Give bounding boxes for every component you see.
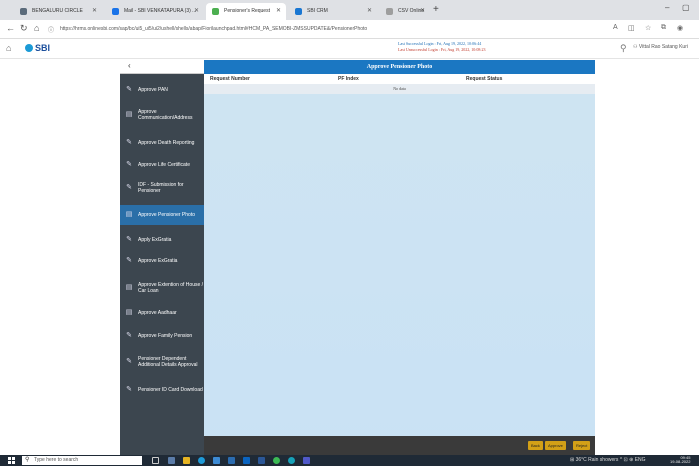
clock[interactable]: 09:45 19-08-2022	[670, 456, 690, 464]
task-view-icon[interactable]	[152, 457, 159, 464]
word-icon[interactable]	[258, 457, 265, 464]
file-explorer-icon[interactable]	[183, 457, 190, 464]
extensions-icon[interactable]: ◫	[628, 24, 635, 32]
taskbar-search-input[interactable]: ⚲ Type here to search	[22, 456, 142, 465]
edge-browser-icon[interactable]	[198, 457, 205, 464]
browser-tab-active[interactable]: Pensioner's Request ✕	[206, 3, 286, 20]
collapse-sidebar-button[interactable]: ‹	[120, 60, 204, 74]
sidebar-item-approve-pensioner-photo[interactable]: ▤ Approve Pensioner Photo	[120, 205, 204, 225]
close-tab-icon[interactable]: ✕	[194, 3, 199, 20]
table-header: Request Number PF Index Request Status	[204, 74, 595, 84]
login-info: Last Successful Login : Fri, Aug 19, 202…	[398, 41, 485, 53]
sidebar-item-approve-pan[interactable]: ✎ Approve PAN	[120, 83, 204, 97]
tab-favicon-icon	[112, 8, 119, 15]
column-header[interactable]: PF Index	[338, 76, 359, 82]
outlook-icon[interactable]	[243, 457, 250, 464]
sidebar-item-idf-submission[interactable]: ✎ IDF - Submission for Pensioner	[120, 178, 204, 198]
sidebar-item-approve-aadhaar[interactable]: ▤ Approve Aadhaar	[120, 306, 204, 320]
minimize-icon[interactable]: –	[665, 3, 669, 12]
back-arrow-icon[interactable]: ←	[6, 23, 15, 33]
close-tab-icon[interactable]: ✕	[367, 3, 372, 20]
home-icon[interactable]: ⌂	[34, 23, 39, 33]
read-aloud-icon[interactable]: A	[613, 24, 618, 31]
site-info-icon[interactable]: ⓘ	[48, 25, 54, 34]
chevron-left-icon: ‹	[128, 61, 131, 70]
reject-button[interactable]: Reject	[573, 441, 591, 450]
edit-icon: ✎	[126, 386, 132, 393]
edit-icon: ✎	[126, 236, 132, 243]
sidebar-item-approve-life-certificate[interactable]: ✎ Approve Life Certificate	[120, 158, 204, 172]
approve-button[interactable]: Approve	[545, 441, 566, 450]
browser-tab[interactable]: SBI CRM ✕	[289, 3, 377, 20]
browser-tab[interactable]: CSV Online ✕	[380, 3, 430, 20]
main-area: ‹ ✎ Approve PAN ▤ Approve Communication/Ad…	[0, 60, 699, 455]
windows-taskbar: ⚲ Type here to search ⊞ 36°C Rain shower…	[0, 455, 699, 466]
footer-toolbar: Back Approve Reject	[204, 436, 595, 455]
teams-icon[interactable]	[303, 457, 310, 464]
close-tab-icon[interactable]: ✕	[420, 3, 425, 20]
sidebar-item-approve-exgratia[interactable]: ✎ Approve ExGratia	[120, 254, 204, 268]
edit-icon: ✎	[126, 332, 132, 339]
sbi-logo: SBI	[25, 43, 50, 53]
edge-dev-icon[interactable]	[288, 457, 295, 464]
sidebar-item-approve-family-pension[interactable]: ✎ Approve Family Pension	[120, 329, 204, 343]
edit-icon: ✎	[126, 184, 132, 191]
last-unsuccessful-login: Last Unsuccessful Login : Fri, Aug 19, 2…	[398, 47, 486, 52]
tab-favicon-icon	[212, 8, 219, 15]
browser-tab[interactable]: Mail - SBI VENKATAPURA (3) ... ✕	[106, 3, 204, 20]
empty-table-message: No data	[204, 84, 595, 94]
content-panel: Approve Pensioner Photo Request Number P…	[204, 60, 595, 455]
edit-icon: ✎	[126, 358, 132, 365]
sidebar: ‹ ✎ Approve PAN ▤ Approve Communication/Ad…	[120, 60, 204, 455]
edit-icon: ✎	[126, 161, 132, 168]
column-header[interactable]: Request Status	[466, 76, 502, 82]
close-tab-icon[interactable]: ✕	[276, 3, 281, 20]
windows-start-icon[interactable]	[8, 457, 15, 464]
tab-favicon-icon	[386, 8, 393, 15]
favorites-icon[interactable]: ☆	[645, 24, 651, 32]
document-icon: ▤	[125, 211, 133, 218]
tab-favicon-icon	[295, 8, 302, 15]
sidebar-item-approve-communication[interactable]: ▤ Approve Communication/Address	[120, 105, 204, 125]
app-header: ⌂ SBI Last Successful Login : Fri, Aug 1…	[0, 39, 699, 59]
document-icon: ▤	[125, 284, 133, 291]
document-icon: ▤	[125, 111, 133, 118]
browser-tab-strip: BENGALURU CIRCLE ✕ Mail - SBI VENKATAPUR…	[0, 0, 699, 20]
widgets-icon[interactable]	[168, 457, 175, 464]
store-icon[interactable]	[213, 457, 220, 464]
right-margin	[595, 60, 699, 455]
edit-icon: ✎	[126, 86, 132, 93]
sidebar-item-approve-death-reporting[interactable]: ✎ Approve Death Reporting	[120, 136, 204, 150]
url-input[interactable]: https://hrms.onlinesbi.com/sap/bc/ui5_ui…	[60, 23, 580, 36]
column-header[interactable]: Request Number	[210, 76, 250, 82]
close-tab-icon[interactable]: ✕	[92, 3, 97, 20]
search-icon: ⚲	[25, 457, 30, 463]
chrome-icon[interactable]	[273, 457, 280, 464]
system-tray[interactable]: ⊞ 36°C Rain showers ^ ⊡ ⊕ ENG	[570, 457, 646, 463]
sidebar-item-id-card-download[interactable]: ✎ Pensioner ID Card Download	[120, 380, 204, 400]
back-button[interactable]: Back	[528, 441, 543, 450]
sidebar-item-apply-exgratia[interactable]: ✎ Apply ExGratia	[120, 233, 204, 247]
sidebar-item-approve-loan-extension[interactable]: ▤ Approve Extention of House / Car Loan	[120, 276, 204, 300]
profile-icon[interactable]: ◉	[677, 24, 683, 32]
edit-icon: ✎	[126, 257, 132, 264]
edit-icon: ✎	[126, 139, 132, 146]
search-icon[interactable]: ⚲	[620, 43, 627, 54]
browser-tab[interactable]: BENGALURU CIRCLE ✕	[14, 3, 102, 20]
collections-icon[interactable]: ⧉	[661, 24, 666, 32]
new-tab-button[interactable]: +	[433, 3, 439, 17]
address-bar-row: ← ↻ ⌂ ⓘ https://hrms.onlinesbi.com/sap/b…	[0, 20, 699, 39]
reload-icon[interactable]: ↻	[20, 23, 28, 34]
user-name[interactable]: ⚇ Vittal Rao Satang Kuri	[633, 44, 688, 50]
home-icon[interactable]: ⌂	[6, 43, 11, 53]
tab-favicon-icon	[20, 8, 27, 15]
mail-icon[interactable]	[228, 457, 235, 464]
sbi-logo-icon	[25, 44, 33, 52]
document-icon: ▤	[125, 309, 133, 316]
page-title: Approve Pensioner Photo	[204, 60, 595, 74]
sidebar-item-dependent-details-approval[interactable]: ✎ Pensioner Dependent Additional Details …	[120, 352, 204, 372]
maximize-icon[interactable]: ▢	[682, 3, 690, 12]
